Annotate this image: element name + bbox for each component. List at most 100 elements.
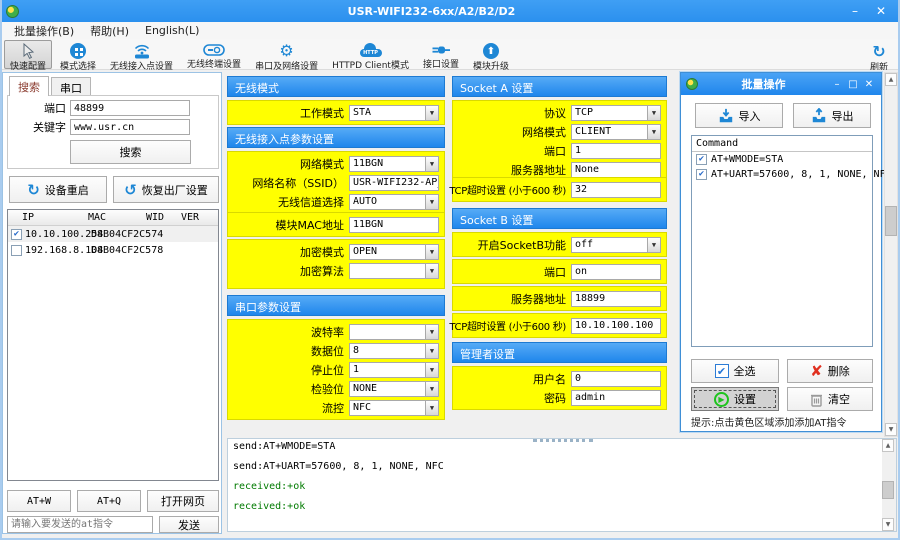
encrypt-mode-label: 加密模式 — [300, 244, 344, 260]
delete-button[interactable]: ✘ 删除 — [787, 359, 873, 383]
command-checkbox[interactable] — [696, 169, 707, 180]
username-input[interactable]: 0 — [571, 371, 661, 387]
command-item[interactable]: AT+UART=57600, 8, 1, NONE, NFC — [692, 167, 872, 182]
device-checkbox[interactable] — [11, 245, 22, 256]
encrypt-algo-select[interactable]: ▼ — [349, 263, 439, 279]
clear-button[interactable]: 清空 — [787, 387, 873, 411]
command-item[interactable]: AT+WMODE=STA — [692, 152, 872, 167]
encryption-block: 加密模式 OPEN▼ 加密算法 ▼ — [227, 239, 445, 289]
tab-serial[interactable]: 串口 — [51, 77, 91, 95]
password-input[interactable]: admin — [571, 390, 661, 406]
work-mode-label: 工作模式 — [300, 105, 344, 121]
socket-a-netmode-select[interactable]: CLIENT▼ — [571, 124, 661, 140]
data-bits-select[interactable]: 8▼ — [349, 343, 439, 359]
keyword-input[interactable]: www.usr.cn — [70, 119, 190, 135]
at-command-input[interactable] — [7, 516, 153, 533]
toolbar-sta-settings[interactable]: 无线终端设置 — [181, 40, 247, 69]
factory-reset-button[interactable]: ↺ 恢复出厂设置 — [113, 176, 219, 203]
timeout-a-input[interactable]: 32 — [571, 182, 661, 198]
socket-a-port-input[interactable]: 1 — [571, 143, 661, 159]
search-button[interactable]: 搜索 — [70, 140, 191, 164]
toolbar-mode-select[interactable]: 模式选择 — [54, 40, 102, 69]
send-button[interactable]: 发送 — [159, 516, 219, 533]
work-mode-select[interactable]: STA▼ — [349, 105, 439, 121]
toolbar-refresh[interactable]: ↻ 刷新 — [864, 40, 894, 69]
toolbar-httpd-client[interactable]: HTTP HTTPD Client模式 — [326, 40, 415, 69]
terminal-icon — [203, 43, 225, 57]
toolbar-quick-config[interactable]: 快速配置 — [4, 40, 52, 69]
scroll-up-arrow[interactable]: ▲ — [885, 73, 897, 86]
flow-control-select[interactable]: NFC▼ — [349, 400, 439, 416]
open-webpage-button[interactable]: 打开网页 — [147, 490, 219, 512]
factory-reset-icon: ↺ — [124, 181, 137, 199]
at-q-button[interactable]: AT+Q — [77, 490, 141, 512]
menu-batch-operation[interactable]: 批量操作(B) — [6, 22, 82, 40]
batch-minimize-button[interactable]: – — [829, 79, 845, 90]
select-all-button[interactable]: ✔ 全选 — [691, 359, 779, 383]
encrypt-mode-select[interactable]: OPEN▼ — [349, 244, 439, 260]
serial-params-block: 波特率 ▼ 数据位 8▼ 停止位 1▼ 检验位 NONE▼ 流控 NFC▼ — [227, 319, 445, 420]
protocol-select[interactable]: TCP▼ — [571, 105, 661, 121]
http-cloud-icon: HTTP — [359, 43, 383, 58]
log-scroll-up-arrow[interactable]: ▲ — [882, 439, 894, 452]
cursor-icon — [21, 43, 36, 59]
toolbar-serial-network[interactable]: ⚙ 串口及网络设置 — [249, 40, 324, 69]
batch-close-button[interactable]: ✕ — [861, 79, 877, 90]
mac-block: 模块MAC地址 11BGN — [227, 212, 445, 237]
table-row[interactable]: 10.10.100.254 D8B04CF2C574 — [8, 226, 218, 242]
socket-a-server-input[interactable]: None — [571, 162, 661, 178]
export-button[interactable]: 导出 — [793, 103, 871, 128]
log-line: received:+ok — [228, 479, 896, 499]
stop-bits-select[interactable]: 1▼ — [349, 362, 439, 378]
chevron-down-icon: ▼ — [425, 344, 438, 358]
export-icon — [811, 108, 827, 124]
main-scrollbar[interactable]: ▲ ▼ — [884, 72, 898, 437]
close-button[interactable]: ✕ — [870, 4, 892, 18]
toolbar-ap-settings[interactable]: 无线接入点设置 — [104, 40, 179, 69]
splitter-handle[interactable] — [533, 439, 593, 442]
device-checkbox[interactable] — [11, 229, 22, 240]
minimize-button[interactable]: – — [844, 4, 866, 18]
table-row[interactable]: 192.168.8.104 D8B04CF2C578 — [8, 242, 218, 258]
set-button[interactable]: ▶ 设置 — [691, 387, 779, 411]
menu-english[interactable]: English(L) — [137, 23, 207, 38]
at-w-button[interactable]: AT+W — [7, 490, 71, 512]
batch-logo-icon — [686, 78, 698, 90]
log-scrollbar[interactable]: ▲ ▼ — [882, 439, 896, 531]
menu-help[interactable]: 帮助(H) — [82, 22, 137, 40]
port-input[interactable]: 48899 — [70, 100, 190, 116]
socket-b-header: Socket B 设置 — [452, 208, 667, 229]
keyword-label: 关键字 — [8, 119, 66, 135]
wireless-mode-header: 无线模式 — [227, 76, 445, 97]
import-button[interactable]: 导入 — [695, 103, 783, 128]
socket-b-server-block: 服务器地址 18899 — [452, 286, 667, 311]
chevron-down-icon: ▼ — [647, 106, 660, 120]
network-mode-label: 网络模式 — [300, 156, 344, 172]
device-reboot-button[interactable]: ↻ 设备重启 — [9, 176, 107, 203]
log-scroll-down-arrow[interactable]: ▼ — [882, 518, 894, 531]
chevron-down-icon: ▼ — [425, 363, 438, 377]
scroll-thumb[interactable] — [885, 206, 897, 236]
toolbar-interface-settings[interactable]: 接口设置 — [417, 40, 465, 69]
command-checkbox[interactable] — [696, 154, 707, 165]
tab-search[interactable]: 搜索 — [9, 76, 49, 96]
batch-maximize-button[interactable]: □ — [845, 79, 861, 90]
toolbar-module-upgrade[interactable]: ⬆ 模块升级 — [467, 40, 515, 69]
encrypt-algo-label: 加密算法 — [300, 263, 344, 279]
socket-b-enable-select[interactable]: off▼ — [571, 237, 661, 253]
protocol-label: 协议 — [544, 105, 566, 121]
ssid-input[interactable]: USR-WIFI232-AP_C574 — [349, 175, 439, 191]
channel-select[interactable]: AUTO▼ — [349, 194, 439, 210]
scroll-down-arrow[interactable]: ▼ — [885, 423, 897, 436]
log-scroll-thumb[interactable] — [882, 481, 894, 499]
timeout-b-block: TCP超时设置 (小于600 秒) 10.10.100.100 — [452, 313, 667, 338]
parity-select[interactable]: NONE▼ — [349, 381, 439, 397]
timeout-b-input[interactable]: 10.10.100.100 — [571, 318, 661, 334]
socket-b-port-input[interactable]: on — [571, 264, 661, 280]
socket-b-server-input[interactable]: 18899 — [571, 291, 661, 307]
module-mac-input[interactable]: 11BGN — [349, 217, 439, 233]
baud-label: 波特率 — [311, 324, 344, 340]
network-mode-select[interactable]: 11BGN▼ — [349, 156, 439, 172]
socket-a-server-label: 服务器地址 — [511, 162, 566, 178]
baud-select[interactable]: ▼ — [349, 324, 439, 340]
